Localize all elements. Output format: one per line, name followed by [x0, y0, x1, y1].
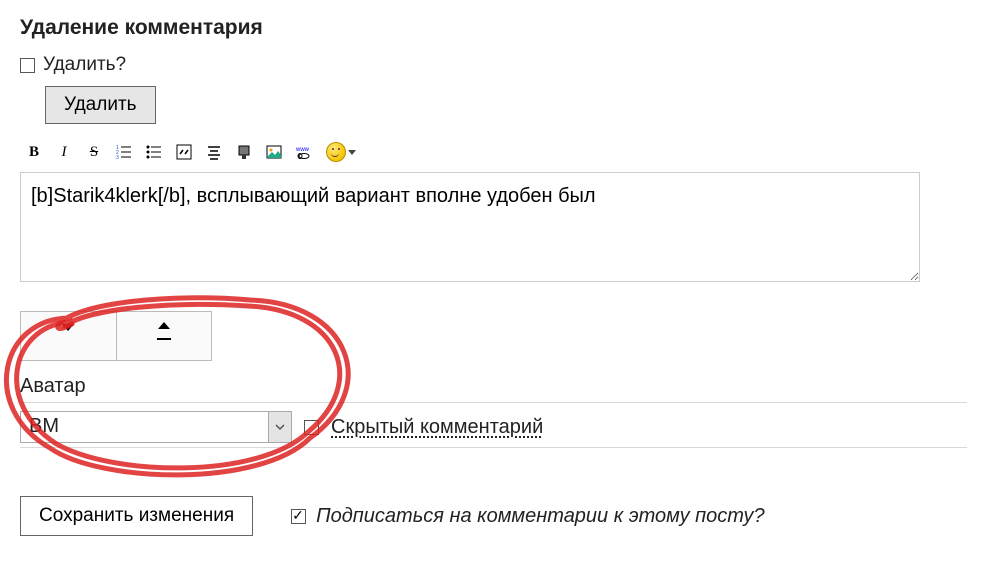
save-button[interactable]: Сохранить изменения [20, 496, 253, 536]
page-title: Удаление комментария [20, 16, 967, 40]
triangle-up-icon [158, 322, 170, 329]
avatar-label: Аватар [20, 375, 967, 398]
subscribe-checkbox[interactable] [291, 509, 306, 524]
chevron-down-icon [348, 150, 356, 155]
emoji-picker-button[interactable] [326, 142, 356, 162]
divider [20, 402, 967, 403]
ordered-list-icon[interactable]: 123 [116, 144, 132, 160]
hidden-comment-label: Скрытый комментарий [331, 416, 543, 439]
spoiler-icon[interactable] [236, 144, 252, 160]
image-icon[interactable] [266, 144, 282, 160]
expand-down-button[interactable] [21, 312, 116, 360]
dropdown-toggle-icon [268, 412, 291, 442]
delete-checkbox-label: Удалить? [43, 54, 126, 76]
svg-text:www: www [296, 147, 310, 153]
delete-button[interactable]: Удалить [45, 86, 156, 124]
bold-icon[interactable]: B [26, 144, 42, 160]
avatar-select[interactable]: BM [20, 411, 292, 443]
resize-buttons [20, 311, 212, 361]
collapse-up-button[interactable] [116, 312, 212, 360]
delete-checkbox[interactable] [20, 58, 35, 73]
hidden-comment-checkbox[interactable] [304, 420, 319, 435]
comment-textarea[interactable] [20, 172, 920, 282]
subscribe-label: Подписаться на комментарии к этому посту… [316, 505, 765, 528]
divider [20, 447, 967, 448]
svg-text:3: 3 [116, 155, 119, 160]
link-icon[interactable]: www [296, 144, 312, 160]
unordered-list-icon[interactable] [146, 144, 162, 160]
quote-icon[interactable] [176, 144, 192, 160]
triangle-down-icon [62, 324, 74, 331]
smiley-icon [326, 142, 346, 162]
avatar-selected-value: BM [21, 412, 268, 442]
align-icon[interactable] [206, 144, 222, 160]
editor-toolbar: B I S 123 www [20, 140, 967, 172]
italic-icon[interactable]: I [56, 144, 72, 160]
strikethrough-icon[interactable]: S [86, 144, 102, 160]
